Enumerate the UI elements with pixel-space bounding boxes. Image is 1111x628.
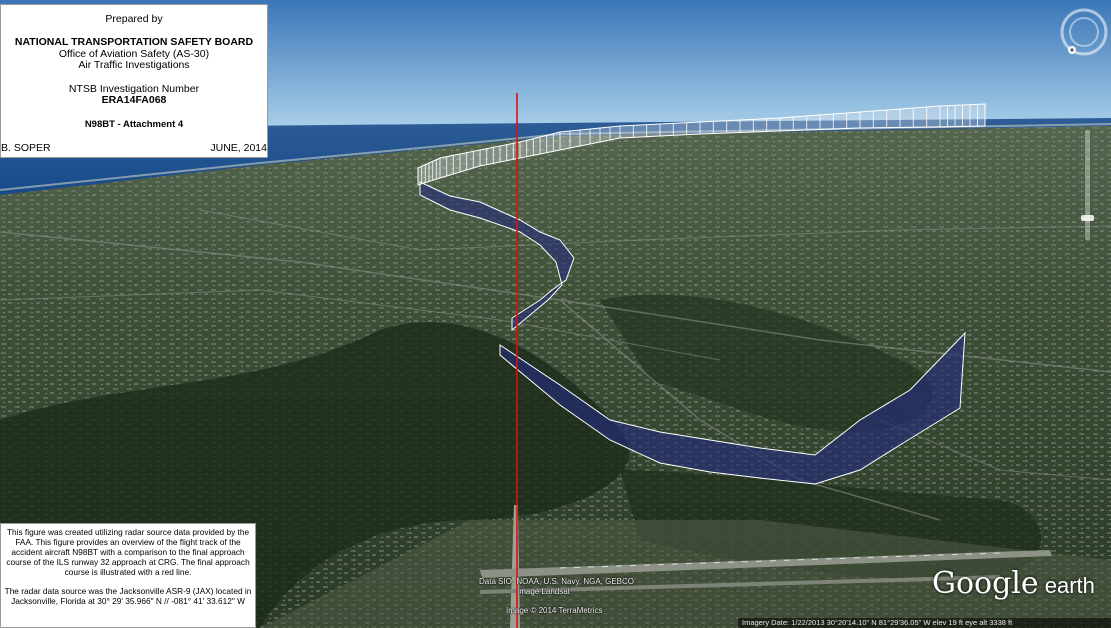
investigation-number: ERA14FA068 — [101, 94, 167, 106]
image-copyright: Image © 2014 TerraMetrics — [506, 606, 603, 615]
google-earth-logo: Google earth — [932, 566, 1095, 601]
attachment-label: N98BT - Attachment 4 — [84, 119, 184, 130]
zoom-slider-icon[interactable] — [1085, 130, 1090, 240]
prepared-by-label: Prepared by — [105, 13, 163, 25]
figure-description: This figure was created utilizing radar … — [0, 523, 256, 628]
description-paragraph: This figure was created utilizing radar … — [6, 527, 250, 577]
title-block: Prepared by NATIONAL TRANSPORTATION SAFE… — [0, 4, 268, 158]
report-date: JUNE, 2014 — [210, 142, 267, 154]
compass-nav-icon[interactable] — [1060, 8, 1108, 56]
image-credit: Image Landsat — [517, 587, 570, 596]
map-data-credit: Data SIO, NOAA, U.S. Navy, NGA, GEBCO — [479, 577, 634, 586]
logo-product: earth — [1038, 573, 1095, 598]
division-name: Air Traffic Investigations — [78, 59, 190, 71]
status-bar: Imagery Date: 1/22/2013 30°20'14.10" N 8… — [738, 618, 1111, 628]
zoom-slider-handle[interactable] — [1081, 215, 1094, 221]
logo-brand: Google — [932, 566, 1039, 601]
organization-name: NATIONAL TRANSPORTATION SAFETY BOARD — [14, 36, 254, 48]
radar-source-paragraph: The radar data source was the Jacksonvil… — [4, 586, 252, 606]
